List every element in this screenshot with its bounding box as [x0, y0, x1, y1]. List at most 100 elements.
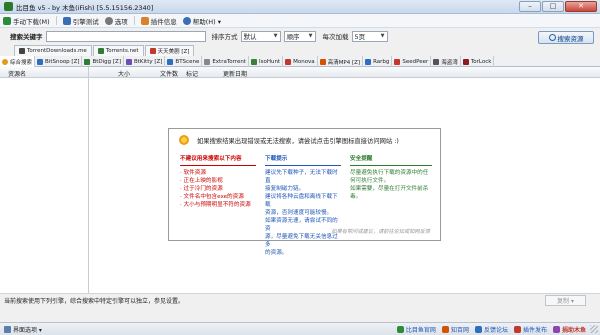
notice-line: 建议将各种云盘和离线下载下载	[265, 194, 338, 208]
tab-icon	[462, 58, 469, 65]
link-label: 插件发布	[522, 326, 547, 334]
resize-grip-icon[interactable]	[590, 325, 598, 333]
per-load-select[interactable]: 5页 ▼	[351, 30, 388, 42]
menu-manual-download[interactable]: 手动下载(M)	[3, 16, 50, 26]
site-icon	[19, 48, 25, 54]
column-source[interactable]: 资源名	[8, 69, 26, 78]
link-plugin-release[interactable]: 插件发布	[513, 325, 547, 334]
site-tab-torrents-net[interactable]: Torrents.net	[92, 45, 144, 56]
download-icon	[3, 16, 11, 25]
tab-btdigg[interactable]: BtDigg [Z]	[82, 56, 124, 67]
link-label: 捐助木鱼	[561, 326, 586, 334]
tab-icon	[250, 58, 257, 65]
chevron-down-icon: ▼	[380, 33, 385, 39]
sun-icon	[179, 135, 189, 145]
tab-icon	[167, 58, 174, 65]
tab-btkitty[interactable]: BtKitty [Z]	[124, 56, 166, 67]
tab-icon	[84, 58, 91, 65]
search-icon	[548, 34, 556, 41]
tab-label: SeedPeer	[402, 58, 429, 65]
site-tabs: TorrentDownloads.me Torrents.net 天天美剧 [Z…	[14, 45, 195, 56]
menu-options[interactable]: 选项	[104, 16, 128, 26]
tab-torlock[interactable]: TorLock	[461, 56, 495, 67]
maximize-button[interactable]: □	[542, 1, 564, 12]
tab-label: BitSnoop [Z]	[45, 58, 80, 65]
tab-label: BTScene	[175, 58, 200, 65]
notice-line: · 正在上映的影视	[180, 178, 223, 184]
notice-line: 如果资源无速，请尝试不同的资	[265, 218, 338, 232]
notice-line: 资源，否则速度可能较慢。	[265, 210, 333, 216]
close-button[interactable]: ✕	[565, 1, 597, 12]
notice-footer: 如果有帮问或建议，请前往论坛或知网反馈	[331, 229, 430, 235]
chevron-down-icon: ▼	[308, 33, 313, 39]
notice-line: · 过于冷门的资源	[180, 186, 223, 192]
site-tab-torrentdownloads[interactable]: TorrentDownloads.me	[14, 45, 92, 56]
notice-column-avoid: 不建议用来搜索以下内容 · 软件资源 · 正在上映的影视 · 过于冷门的资源 ·…	[180, 155, 256, 209]
per-load-select-value: 5页	[354, 33, 366, 41]
tab-combined-search[interactable]: 综合搜索	[0, 56, 36, 67]
site-tab-tiantian[interactable]: 天天美剧 [Z]	[144, 45, 195, 56]
tab-monova[interactable]: Monova	[283, 56, 318, 67]
tab-label: IsoHunt	[258, 58, 281, 65]
link-feedback-forum[interactable]: 反馈论坛	[474, 325, 508, 334]
engine-tabs: 综合搜索 BitSnoop [Z] BtDigg [Z] BtKitty [Z]…	[0, 56, 600, 67]
column-files[interactable]: 文件数	[160, 69, 178, 78]
tab-hd-mp4[interactable]: 高清MP4 [Z]	[318, 56, 364, 67]
link-donate[interactable]: 捐助木鱼	[552, 325, 586, 334]
menu-manual-download-label: 手动下载(M)	[13, 17, 50, 26]
menu-engine-test-label: 引擎测试	[72, 17, 99, 26]
app-icon	[4, 2, 13, 11]
minimize-button[interactable]: –	[519, 1, 541, 12]
menu-help[interactable]: 帮助(H) ▾	[182, 16, 221, 26]
link-label: 反馈论坛	[483, 326, 508, 334]
link-zhibai[interactable]: 知百网	[441, 325, 469, 334]
pane-divider[interactable]	[88, 67, 89, 293]
window-controls: – □ ✕	[519, 1, 597, 12]
search-bar: 搜索关键字 排序方式 默认 ▼ 顺序 ▼ 每次加载 5页 ▼	[0, 28, 600, 44]
tab-icon	[433, 58, 440, 65]
tab-pirate-bay[interactable]: 海盗湾	[431, 56, 461, 67]
column-updated[interactable]: 更新日期	[223, 69, 247, 78]
notice-line: 建议先下载种子，无法下载时直	[265, 170, 338, 184]
notice-line: 尽量避免执行下载的资源中的任	[350, 170, 429, 176]
gear-icon	[104, 16, 113, 25]
column-tag[interactable]: 标记	[186, 69, 198, 78]
ui-options-menu[interactable]: 界面选项 ▾	[0, 325, 42, 334]
tab-label: TorLock	[470, 58, 492, 65]
tab-extratorrent[interactable]: ExtraTorrent	[202, 56, 249, 67]
site-icon	[149, 48, 156, 54]
tab-icon	[394, 58, 401, 65]
engine-status-text: 当前搜索使用下列引擎，综合搜索中特定引擎可以独立，参见设置。	[4, 297, 185, 305]
menu-options-label: 选项	[114, 17, 128, 26]
plugin-icon	[513, 325, 521, 333]
search-button[interactable]: 搜索资源	[538, 31, 594, 44]
tab-icon	[319, 58, 326, 65]
tab-seedpeer[interactable]: SeedPeer	[392, 56, 432, 67]
tab-bitsnoop[interactable]: BitSnoop [Z]	[35, 56, 83, 67]
tab-icon	[37, 58, 44, 65]
gauge-icon	[62, 16, 71, 25]
menu-plugin-info[interactable]: 插件信息	[140, 16, 177, 26]
menu-engine-test[interactable]: 引擎测试	[62, 16, 99, 26]
menu-separator	[55, 16, 57, 25]
tab-icon	[204, 58, 211, 65]
ui-options-label: 界面选项 ▾	[13, 326, 42, 334]
notice-headline: 如果搜索结果出现错误或无法搜索，请尝试点击引擎图标直接访问网站 :)	[197, 137, 399, 145]
link-official-site[interactable]: 比目鱼官网	[396, 325, 436, 334]
site-tab-label: 天天美剧 [Z]	[157, 49, 190, 55]
tab-isohunt[interactable]: IsoHunt	[249, 56, 284, 67]
tab-rarbg[interactable]: Rarbg	[363, 56, 393, 67]
copy-button[interactable]: 复制 ▾	[545, 295, 586, 306]
link-label: 知百网	[450, 326, 469, 334]
tab-btscene[interactable]: BTScene	[165, 56, 203, 67]
sort-select-value: 默认	[243, 33, 257, 41]
help-icon	[182, 16, 191, 25]
notice-line: 何可执行文件。	[350, 178, 390, 184]
search-input[interactable]	[45, 30, 206, 42]
sort-select[interactable]: 默认 ▼	[240, 30, 281, 42]
menu-bar: 手动下载(M) 引擎测试 选项 插件信息 帮助(H) ▾	[0, 14, 600, 28]
notice-line: · 大小与预期明显不符的资源	[180, 202, 251, 208]
order-select[interactable]: 顺序 ▼	[283, 30, 316, 42]
column-size[interactable]: 大小	[118, 69, 130, 78]
notice-line: 的资源。	[265, 250, 288, 256]
